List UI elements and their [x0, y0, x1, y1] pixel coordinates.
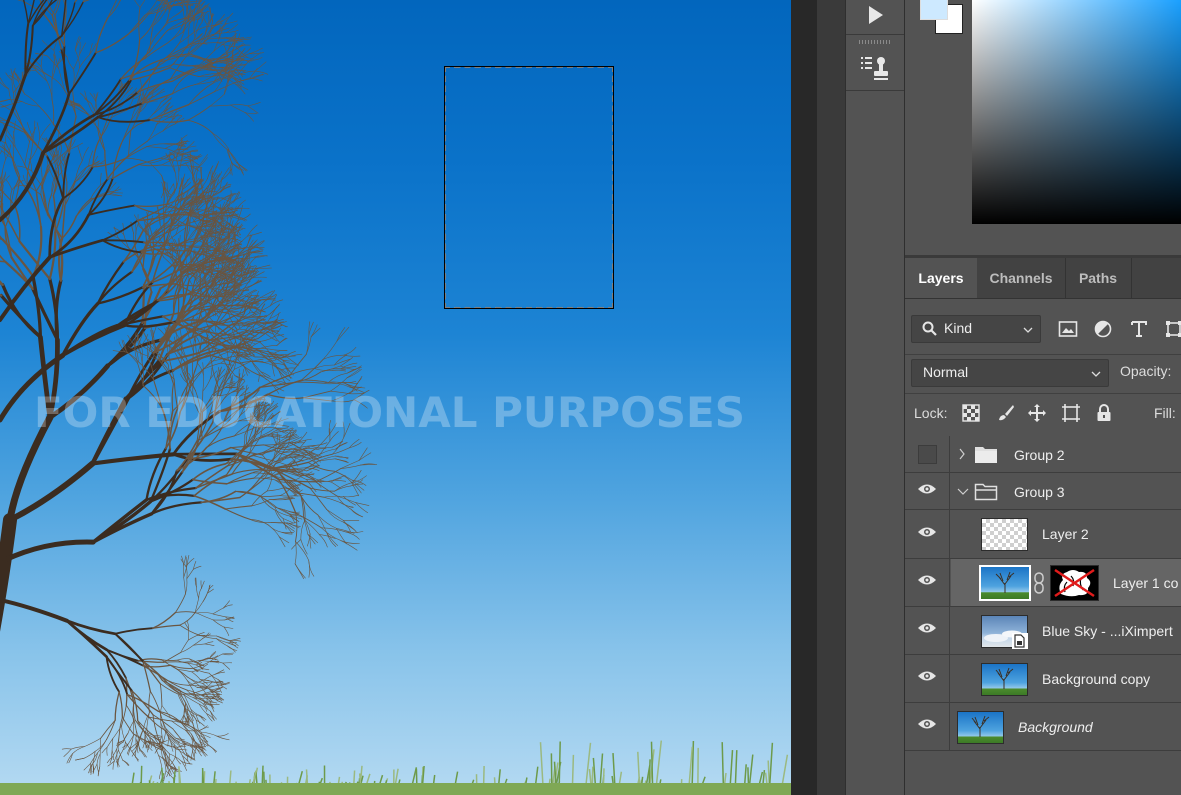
layer-thumbnail[interactable]	[979, 565, 1031, 601]
visibility-toggle[interactable]	[905, 607, 950, 654]
blend-mode-value: Normal	[923, 364, 969, 380]
foreground-color-swatch[interactable]	[920, 0, 948, 20]
eye-icon	[917, 621, 937, 640]
chevron-down-icon[interactable]	[956, 485, 970, 503]
smart-object-icon	[1012, 633, 1028, 654]
layer-name: Layer 1 co	[1113, 575, 1179, 591]
fill-label: Fill:	[1154, 405, 1176, 421]
layer-row-layer-1-copy[interactable]: Layer 1 co	[905, 559, 1181, 607]
chevron-right-icon[interactable]	[957, 447, 967, 466]
layer-row-background[interactable]: Background	[905, 703, 1181, 751]
lock-paint-icon[interactable]	[996, 403, 1016, 423]
watermark-text: FOR EDUCATIONAL PURPOSES	[33, 388, 745, 437]
open-folder-icon	[974, 482, 998, 506]
layer-name: Group 2	[1014, 447, 1065, 463]
shape-filter-icon[interactable]	[1163, 318, 1181, 340]
image-filter-icon[interactable]	[1057, 318, 1079, 340]
chevron-down-icon	[1090, 367, 1102, 383]
eye-icon	[917, 717, 937, 736]
lock-transparent-icon[interactable]	[961, 403, 981, 423]
layer-thumbnail	[981, 663, 1028, 696]
lock-label: Lock:	[914, 405, 948, 421]
layer-thumbnail	[957, 711, 1004, 744]
clone-source-icon	[860, 54, 890, 87]
folder-icon	[974, 445, 998, 469]
link-icon[interactable]	[1033, 572, 1045, 599]
eye-icon	[917, 525, 937, 544]
eye-icon	[917, 669, 937, 688]
play-icon	[865, 5, 885, 30]
grass-image	[0, 740, 791, 795]
tab-paths[interactable]: Paths	[1065, 258, 1132, 298]
visibility-toggle[interactable]	[905, 655, 950, 702]
layer-name: Background copy	[1042, 671, 1151, 687]
kind-label: Kind	[944, 320, 973, 336]
visibility-toggle[interactable]	[905, 436, 950, 472]
panel-grip[interactable]	[859, 40, 891, 44]
lock-artboard-icon[interactable]	[1061, 403, 1081, 423]
layer-row-blue-sky[interactable]: Blue Sky - ...iXimpert	[905, 607, 1181, 655]
layer-row-group-3[interactable]: Group 3	[905, 473, 1181, 510]
clone-source-button[interactable]	[846, 50, 904, 91]
layer-row-background-copy[interactable]: Background copy	[905, 655, 1181, 703]
lock-all-icon[interactable]	[1094, 403, 1114, 423]
lock-row: Lock: Fill:	[905, 393, 1181, 432]
layer-name: Group 3	[1014, 484, 1065, 500]
layer-mask-thumbnail[interactable]	[1050, 565, 1099, 601]
blend-mode-select[interactable]: Normal	[911, 359, 1109, 387]
color-picker-field[interactable]	[972, 0, 1181, 224]
marquee-selection[interactable]	[444, 66, 614, 309]
layer-row-group-2[interactable]: Group 2	[905, 436, 1181, 473]
tool-panel	[845, 0, 905, 795]
layer-name: Layer 2	[1042, 526, 1089, 542]
visibility-off-box	[917, 444, 937, 464]
play-button[interactable]	[846, 0, 904, 35]
document-canvas[interactable]: FOR EDUCATIONAL PURPOSES	[0, 0, 791, 795]
layer-thumbnail	[981, 518, 1028, 551]
opacity-label: Opacity:	[1120, 363, 1172, 379]
visibility-toggle[interactable]	[905, 703, 950, 750]
lock-move-icon[interactable]	[1027, 403, 1047, 423]
blend-row: Normal Opacity:	[905, 354, 1181, 387]
right-panel: Layers Channels Paths Kind Normal Opacit…	[905, 0, 1181, 795]
adjustment-filter-icon[interactable]	[1092, 318, 1114, 340]
eye-icon	[917, 573, 937, 592]
layer-row-layer-2[interactable]: Layer 2	[905, 510, 1181, 559]
chevron-down-icon	[1022, 323, 1034, 339]
canvas-gutter	[791, 0, 817, 795]
layer-name: Background	[1018, 719, 1093, 735]
visibility-toggle[interactable]	[905, 559, 950, 606]
layers-panel-tabs: Layers Channels Paths	[905, 258, 1181, 299]
layer-name: Blue Sky - ...iXimpert	[1042, 623, 1173, 639]
layer-filter-row: Kind	[905, 310, 1181, 346]
kind-filter-select[interactable]: Kind	[911, 315, 1041, 343]
type-filter-icon[interactable]	[1128, 318, 1150, 340]
visibility-toggle[interactable]	[905, 510, 950, 558]
tab-layers[interactable]: Layers	[905, 258, 977, 298]
tab-channels[interactable]: Channels	[977, 258, 1066, 298]
visibility-toggle[interactable]	[905, 473, 950, 509]
search-icon	[922, 321, 938, 340]
eye-icon	[917, 482, 937, 501]
